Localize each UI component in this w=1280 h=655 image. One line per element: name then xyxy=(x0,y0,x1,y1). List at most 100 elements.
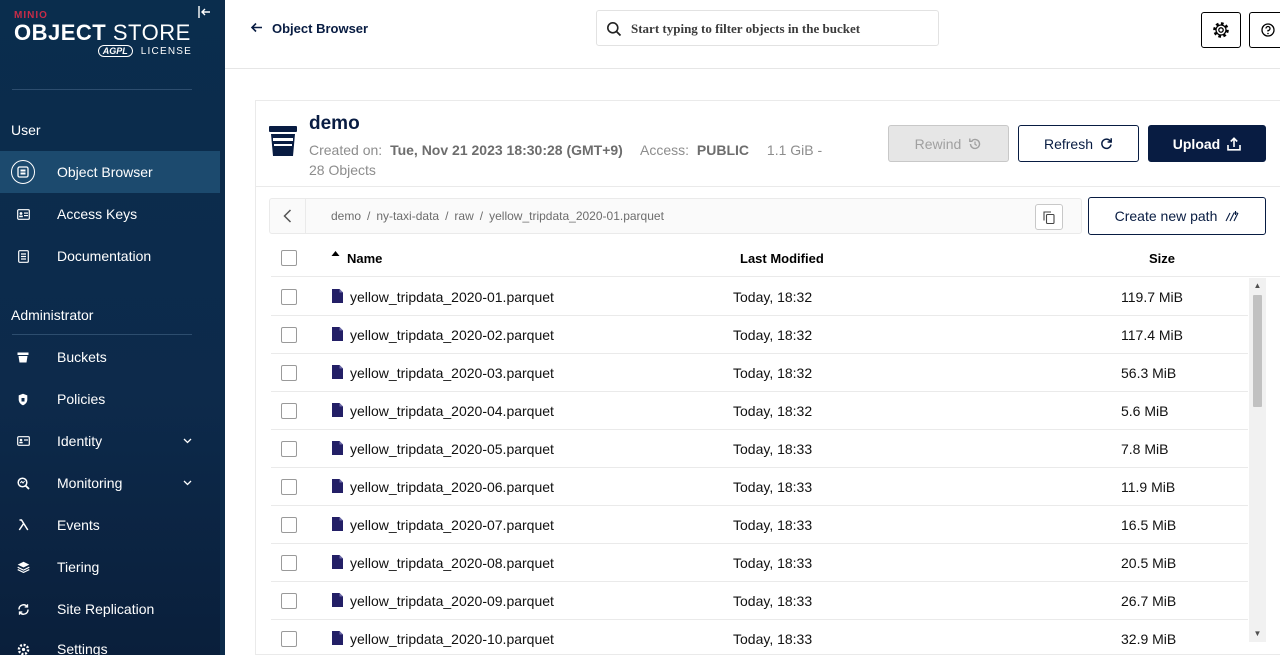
create-new-path-button[interactable]: Create new path xyxy=(1088,197,1266,235)
breadcrumb-item[interactable]: demo xyxy=(331,209,361,223)
sidebar-edge xyxy=(220,0,225,655)
row-size: 32.9 MiB xyxy=(1121,631,1177,647)
sidebar-item-monitoring[interactable]: Monitoring xyxy=(0,462,220,504)
sidebar-item-object-browser[interactable]: Object Browser xyxy=(0,151,220,193)
section-title-user: User xyxy=(11,122,41,138)
row-checkbox[interactable] xyxy=(281,289,297,305)
row-checkbox[interactable] xyxy=(281,479,297,495)
scrollbar-thumb[interactable] xyxy=(1253,295,1262,407)
help-button[interactable] xyxy=(1249,12,1280,48)
row-name: yellow_tripdata_2020-06.parquet xyxy=(350,479,554,495)
file-icon xyxy=(332,593,343,607)
bucket-header: demo Created on: Tue, Nov 21 2023 18:30:… xyxy=(256,101,1280,187)
copy-icon xyxy=(1043,210,1055,224)
row-checkbox[interactable] xyxy=(281,517,297,533)
file-icon xyxy=(332,479,343,493)
back-to-object-browser-link[interactable]: Object Browser xyxy=(250,20,368,37)
copy-path-button[interactable] xyxy=(1035,204,1063,230)
table-row[interactable]: yellow_tripdata_2020-01.parquet Today, 18… xyxy=(271,278,1248,316)
access-label: Access: xyxy=(639,142,689,158)
row-name: yellow_tripdata_2020-09.parquet xyxy=(350,593,554,609)
logo: MINIO OBJECT STORE AGPL LICENSE xyxy=(14,10,204,70)
row-last-modified: Today, 18:33 xyxy=(733,631,813,647)
collapse-icon xyxy=(198,6,210,18)
rewind-button-label: Rewind xyxy=(914,135,962,152)
rewind-button[interactable]: Rewind xyxy=(888,125,1009,162)
objects-table: Name Last Modified Size yellow_tripdata_… xyxy=(271,240,1280,655)
upload-button-label: Upload xyxy=(1172,135,1221,152)
table-row[interactable]: yellow_tripdata_2020-09.parquet Today, 18… xyxy=(271,582,1248,620)
column-header-size[interactable]: Size xyxy=(1149,251,1175,266)
breadcrumb-back-button[interactable] xyxy=(270,199,306,233)
scroll-down-icon[interactable]: ▼ xyxy=(1253,630,1262,638)
sidebar-item-label: Tiering xyxy=(57,559,100,575)
sidebar-item-buckets[interactable]: Buckets xyxy=(0,336,220,378)
row-checkbox[interactable] xyxy=(281,631,297,647)
sidebar-item-documentation[interactable]: Documentation xyxy=(0,235,220,277)
row-size: 20.5 MiB xyxy=(1121,555,1177,571)
column-header-name[interactable]: Name xyxy=(347,251,382,266)
sidebar-item-settings[interactable]: Settings xyxy=(0,628,220,655)
row-size: 119.7 MiB xyxy=(1121,289,1183,305)
breadcrumb: demo / ny-taxi-data / raw / yellow_tripd… xyxy=(269,198,1082,234)
search-input[interactable] xyxy=(631,19,931,39)
logo-license-row: AGPL LICENSE xyxy=(14,45,192,57)
sidebar-item-policies[interactable]: Policies xyxy=(0,378,220,420)
sidebar-item-site-replication[interactable]: Site Replication xyxy=(0,588,220,630)
row-size: 56.3 MiB xyxy=(1121,365,1177,381)
table-row[interactable]: yellow_tripdata_2020-02.parquet Today, 18… xyxy=(271,316,1248,354)
sidebar-item-identity[interactable]: Identity xyxy=(0,420,220,462)
sidebar-item-events[interactable]: Events xyxy=(0,504,220,546)
table-row[interactable]: yellow_tripdata_2020-06.parquet Today, 18… xyxy=(271,468,1248,506)
logo-product-bold: OBJECT xyxy=(14,20,107,45)
table-row[interactable]: yellow_tripdata_2020-04.parquet Today, 18… xyxy=(271,392,1248,430)
row-checkbox[interactable] xyxy=(281,365,297,381)
create-new-path-label: Create new path xyxy=(1114,208,1218,224)
sidebar-item-label: Monitoring xyxy=(57,475,123,491)
top-bar: Object Browser xyxy=(225,0,1280,69)
upload-icon xyxy=(1227,136,1242,151)
sort-ascending-icon[interactable] xyxy=(331,249,340,259)
row-last-modified: Today, 18:32 xyxy=(733,403,813,419)
file-icon xyxy=(332,289,343,303)
table-row[interactable]: yellow_tripdata_2020-10.parquet Today, 18… xyxy=(271,620,1248,655)
table-row[interactable]: yellow_tripdata_2020-03.parquet Today, 18… xyxy=(271,354,1248,392)
breadcrumb-item[interactable]: ny-taxi-data xyxy=(376,209,439,223)
rewind-icon xyxy=(968,137,982,151)
row-checkbox[interactable] xyxy=(281,555,297,571)
select-all-checkbox[interactable] xyxy=(281,250,297,266)
row-checkbox[interactable] xyxy=(281,593,297,609)
refresh-button[interactable]: Refresh xyxy=(1018,125,1139,162)
chevron-down-icon xyxy=(183,436,192,447)
replication-icon xyxy=(14,600,32,618)
refresh-icon xyxy=(1100,137,1113,150)
table-row[interactable]: yellow_tripdata_2020-08.parquet Today, 18… xyxy=(271,544,1248,582)
file-icon xyxy=(332,403,343,417)
documentation-icon xyxy=(14,247,32,265)
upload-button[interactable]: Upload xyxy=(1148,125,1266,162)
object-filter-search xyxy=(596,10,939,46)
sidebar-item-tiering[interactable]: Tiering xyxy=(0,546,220,588)
sidebar-item-label: Documentation xyxy=(57,248,152,264)
scroll-up-icon[interactable]: ▲ xyxy=(1253,282,1262,290)
row-last-modified: Today, 18:33 xyxy=(733,441,813,457)
row-checkbox[interactable] xyxy=(281,403,297,419)
sidebar-item-label: Buckets xyxy=(57,349,107,365)
row-checkbox[interactable] xyxy=(281,327,297,343)
sidebar-item-access-keys[interactable]: Access Keys xyxy=(0,193,220,235)
row-last-modified: Today, 18:33 xyxy=(733,593,813,609)
table-scrollbar[interactable]: ▲ ▼ xyxy=(1249,278,1266,642)
created-value: Tue, Nov 21 2023 18:30:28 (GMT+9) xyxy=(390,142,623,158)
help-icon xyxy=(1260,23,1275,37)
settings-button[interactable] xyxy=(1201,12,1241,48)
column-header-last-modified[interactable]: Last Modified xyxy=(740,251,824,266)
collapse-sidebar-button[interactable] xyxy=(197,5,213,21)
new-path-icon xyxy=(1225,210,1239,222)
row-checkbox[interactable] xyxy=(281,441,297,457)
table-row[interactable]: yellow_tripdata_2020-05.parquet Today, 18… xyxy=(271,430,1248,468)
policies-icon xyxy=(14,390,32,408)
row-last-modified: Today, 18:33 xyxy=(733,555,813,571)
file-icon xyxy=(332,441,343,455)
breadcrumb-item[interactable]: raw xyxy=(454,209,473,223)
table-row[interactable]: yellow_tripdata_2020-07.parquet Today, 18… xyxy=(271,506,1248,544)
